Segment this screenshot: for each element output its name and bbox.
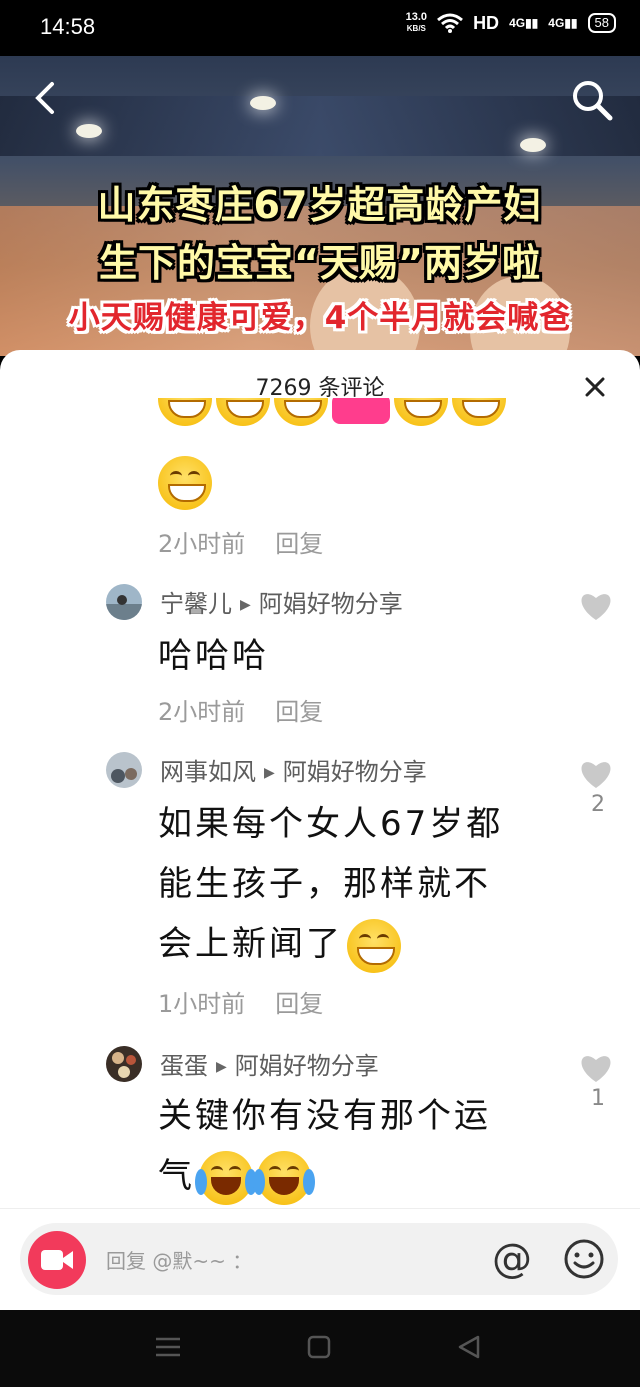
status-bar: 14:58 13.0 KB/S HD 4G▮▮ 4G▮▮ 58: [0, 0, 640, 56]
heart-icon: [581, 1056, 611, 1082]
menu-button[interactable]: [154, 1334, 184, 1364]
status-time: 14:58: [40, 14, 96, 39]
comments-sheet: 7269 条评论 2小时前 回复 宁馨儿 ▶ 阿娟好物分享 哈哈哈 2小时前 回复: [0, 350, 640, 1310]
signal-icon-2: 4G▮▮: [548, 16, 578, 30]
heart-icon: [581, 762, 611, 788]
reply-arrow-icon: ▶: [216, 1059, 227, 1075]
close-icon: [585, 377, 605, 397]
search-icon: [573, 81, 613, 121]
video-title-line1: 山东枣庄67岁超高龄产妇: [97, 183, 543, 227]
home-button[interactable]: [306, 1334, 336, 1364]
comment-meta: 2小时前 回复: [158, 692, 323, 727]
comment-username[interactable]: 蛋蛋 ▶ 阿娟好物分享: [160, 1046, 379, 1081]
avatar[interactable]: [106, 752, 142, 788]
video-camera-icon: [41, 1250, 73, 1270]
network-speed: 13.0 KB/S: [406, 12, 427, 34]
grin-emoji-icon: [452, 398, 506, 426]
grin-emoji-icon: [347, 918, 401, 973]
comment-time: 1小时前: [158, 990, 246, 1018]
grin-emoji-icon: [394, 398, 448, 426]
like-button[interactable]: [578, 758, 616, 794]
video-title-line3: 小天赐健康可爱，4个半月就会喊爸: [68, 300, 572, 336]
mention-button[interactable]: @: [490, 1237, 534, 1281]
hd-indicator: HD: [473, 12, 500, 33]
signal-icon: 4G▮▮: [509, 16, 539, 30]
status-icons: 13.0 KB/S HD 4G▮▮ 4G▮▮ 58: [406, 12, 616, 34]
reply-button[interactable]: 回复: [275, 698, 323, 726]
comment-text-line: 会上新闻了: [158, 914, 503, 974]
emoji-button[interactable]: [562, 1237, 606, 1281]
signal-label-2: 4G: [548, 16, 565, 30]
video-frame[interactable]: 山东枣庄67岁超高龄产妇 生下的宝宝“天赐”两岁啦 小天赐健康可爱，4个半月就会…: [0, 56, 640, 356]
laugh-cry-emoji-icon: [195, 1150, 257, 1205]
avatar[interactable]: [106, 584, 142, 620]
comment-text-line: 如果每个女人67岁都: [158, 804, 504, 844]
username-text: 宁馨儿: [160, 590, 232, 618]
reply-arrow-icon: ▶: [264, 765, 275, 781]
heart-icon: [581, 594, 611, 620]
reply-button[interactable]: 回复: [275, 990, 323, 1018]
grin-emoji-icon: [216, 398, 270, 426]
comment-text: 哈哈哈: [158, 636, 269, 676]
like-button[interactable]: [578, 590, 616, 626]
comment-emoji: [158, 456, 216, 510]
comment-meta: 2小时前 回复: [158, 524, 323, 559]
grin-emoji-icon: [158, 456, 212, 510]
comment-text-line: 关键你有没有那个运: [158, 1096, 491, 1136]
home-icon: [307, 1335, 331, 1359]
reply-to-user: 阿娟好物分享: [282, 758, 427, 786]
username-text: 蛋蛋: [160, 1052, 208, 1080]
comment-text-span: 气: [158, 1156, 195, 1196]
menu-icon: [156, 1337, 180, 1357]
comment-time: 2小时前: [158, 698, 246, 726]
network-speed-unit: KB/S: [406, 24, 426, 33]
avatar-image: [106, 1046, 142, 1082]
laugh-cry-emoji-icon: [253, 1150, 315, 1205]
like-count: 1: [591, 1086, 605, 1111]
ceiling-light: [520, 138, 546, 152]
comment-text: 如果每个女人67岁都 能生孩子，那样就不 会上新闻了: [158, 794, 503, 974]
comment-emoji-row: [158, 398, 510, 446]
like-button[interactable]: [578, 1052, 616, 1088]
username-text: 网事如风: [160, 758, 256, 786]
comment-input-bar: 回复 @默~~ ： @: [0, 1208, 640, 1311]
avatar[interactable]: [106, 1046, 142, 1082]
comment-username[interactable]: 网事如风 ▶ 阿娟好物分享: [160, 752, 427, 787]
comment-text: 关键你有没有那个运 气: [158, 1086, 491, 1206]
reply-button[interactable]: 回复: [275, 530, 323, 558]
comment-text-line: 气: [158, 1146, 491, 1206]
back-button[interactable]: [30, 78, 66, 118]
comment-username[interactable]: 宁馨儿 ▶ 阿娟好物分享: [160, 584, 403, 619]
video-camera-button[interactable]: [28, 1231, 86, 1289]
battery-icon: 58: [587, 13, 616, 33]
input-placeholder[interactable]: 回复 @默~~ ：: [106, 1245, 252, 1274]
grin-emoji-icon: [158, 398, 212, 426]
navigation-bar: [0, 1310, 640, 1387]
sticker-icon: [332, 398, 390, 424]
comment-text-span: 会上新闻了: [158, 924, 343, 964]
reply-to-user: 阿娟好物分享: [234, 1052, 379, 1080]
back-icon: [458, 1335, 480, 1359]
comment-text-line: 能生孩子，那样就不: [158, 864, 491, 904]
comment-time: 2小时前: [158, 530, 246, 558]
close-button[interactable]: [580, 374, 610, 404]
smiley-icon: [564, 1239, 604, 1279]
signal-label-1: 4G: [509, 16, 526, 30]
avatar-image: [106, 584, 142, 620]
grin-emoji-icon: [274, 398, 328, 426]
search-button[interactable]: [570, 78, 614, 122]
back-nav-button[interactable]: [456, 1334, 486, 1364]
back-arrow-icon: [35, 82, 54, 114]
reply-to-user: 阿娟好物分享: [258, 590, 403, 618]
reply-arrow-icon: ▶: [240, 597, 251, 613]
ceiling-light: [250, 96, 276, 110]
like-count: 2: [591, 792, 605, 817]
video-title-line2: 生下的宝宝“天赐”两岁啦: [99, 241, 541, 285]
wifi-icon: [437, 13, 464, 33]
network-speed-value: 13.0: [405, 11, 428, 23]
ceiling-light: [76, 124, 102, 138]
avatar-image: [106, 752, 142, 788]
comment-meta: 1小时前 回复: [158, 984, 323, 1019]
